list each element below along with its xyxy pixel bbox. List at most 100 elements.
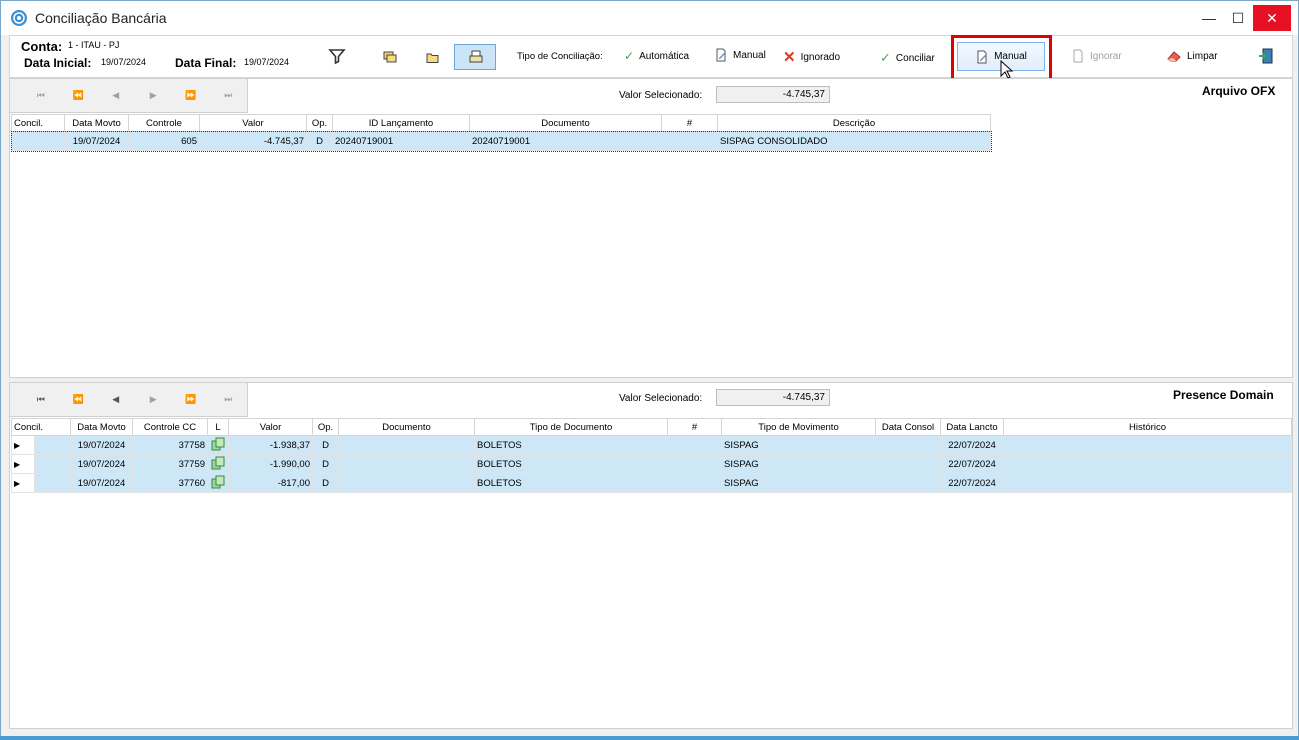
last-record-icon[interactable]: ⏭ [210,394,248,405]
historico-cell [1003,454,1293,474]
controle-cell: 605 [128,131,200,151]
folder-icon[interactable] [424,49,442,67]
valor-cell: -817,00 [228,473,314,493]
concil-cell [33,454,72,474]
col-header[interactable]: Tipo de Documento [474,418,669,436]
domain-header-row: Concil. Data Movto Controle CC L Valor O… [10,418,1293,436]
next-page-icon[interactable]: ⏩ [172,90,210,101]
first-record-icon[interactable]: ⏮ [22,394,60,405]
print-preview-icon[interactable] [467,48,485,66]
copy-docs-icon[interactable] [207,473,230,493]
limpar-button[interactable]: Limpar [1166,49,1218,63]
row-expand-icon[interactable]: ▶ [11,454,35,474]
consol-cell [875,435,942,455]
col-header[interactable]: ID Lançamento [332,114,470,132]
domain-grid: Concil. Data Movto Controle CC L Valor O… [10,418,1293,493]
col-header[interactable]: # [667,418,723,436]
table-row[interactable]: ▶ 19/07/2024 37758 -1.938,37 D BOLETOS S… [11,435,1293,455]
table-row[interactable]: ▶ 19/07/2024 37759 -1.990,00 D BOLETOS S… [11,454,1293,474]
col-header[interactable]: Data Movto [64,114,129,132]
data-final-value[interactable]: 19/07/2024 [244,57,289,67]
folders-icon[interactable] [382,49,400,67]
tipo-doc-cell: BOLETOS [474,473,669,493]
copy-docs-icon[interactable] [207,435,230,455]
col-header[interactable]: Histórico [1003,418,1293,436]
exit-icon[interactable] [1257,47,1275,65]
col-header[interactable]: Data Lancto [940,418,1005,436]
col-header[interactable]: Controle CC [132,418,209,436]
conciliar-button[interactable]: ✓ Conciliar [880,50,935,66]
op-cell: D [306,131,333,151]
title-bar: Conciliação Bancária — ☐ ✕ [1,1,1298,35]
col-header[interactable]: Documento [469,114,662,132]
filter-icon[interactable] [328,47,346,65]
col-header[interactable]: Data Consol [875,418,942,436]
col-header[interactable]: Valor [228,418,314,436]
controle-cell: 37759 [132,454,209,474]
prev-record-icon[interactable]: ◀ [97,90,135,101]
row-expand-icon[interactable]: ▶ [11,473,35,493]
col-header[interactable]: Tipo de Movimento [721,418,877,436]
minimize-button[interactable]: — [1194,5,1224,31]
historico-cell [1003,435,1293,455]
valor-cell: -4.745,37 [199,131,307,151]
row-expand-icon[interactable]: ▶ [11,435,35,455]
mouse-cursor-icon [1000,60,1014,79]
table-row[interactable]: 19/07/2024 605 -4.745,37 D 20240719001 2… [10,130,992,152]
col-header[interactable]: Concil. [11,114,65,132]
next-page-icon[interactable]: ⏩ [172,394,210,405]
next-record-icon[interactable]: ▶ [135,394,173,405]
descricao-cell: SISPAG CONSOLIDADO [717,131,991,151]
controle-cell: 37760 [132,473,209,493]
prev-record-icon[interactable]: ◀ [97,394,135,405]
next-record-icon[interactable]: ▶ [135,90,173,101]
concil-cell [11,131,65,151]
ignorado-filter[interactable]: ✕ Ignorado [783,48,840,66]
prev-page-icon[interactable]: ⏪ [60,90,98,101]
data-final-label: Data Final: [175,56,237,70]
domain-panel: ⏮ ⏪ ◀ ▶ ⏩ ⏭ Valor Selecionado: -4.745,37… [9,382,1293,729]
ofx-panel: ⏮ ⏪ ◀ ▶ ⏩ ⏭ Valor Selecionado: -4.745,37… [9,78,1293,378]
tipo-conciliacao-label: Tipo de Conciliação: [517,51,603,62]
table-row[interactable]: ▶ 19/07/2024 37760 -817,00 D BOLETOS SIS… [11,473,1293,493]
lancto-cell: 22/07/2024 [940,435,1005,455]
domain-valor-field: -4.745,37 [716,389,830,406]
main-window: Conciliação Bancária — ☐ ✕ Conta: 1 - IT… [0,0,1299,740]
maximize-button[interactable]: ☐ [1223,5,1253,31]
ofx-grid: Concil. Data Movto Controle Valor Op. ID… [10,114,992,152]
first-record-icon[interactable]: ⏮ [22,90,60,101]
col-header[interactable]: Valor [199,114,307,132]
close-button[interactable]: ✕ [1253,5,1291,31]
last-record-icon[interactable]: ⏭ [210,90,248,101]
col-header[interactable]: # [661,114,718,132]
ignorar-button[interactable]: Ignorar [1071,49,1122,63]
valor-cell: -1.990,00 [228,454,314,474]
consol-cell [875,473,942,493]
ofx-valor-label: Valor Selecionado: [619,90,703,101]
col-header[interactable]: Controle [128,114,200,132]
eraser-icon [1167,51,1181,62]
x-icon: ✕ [783,49,796,66]
copy-docs-icon[interactable] [207,454,230,474]
domain-valor-label: Valor Selecionado: [619,393,703,404]
col-header[interactable]: L [207,418,230,436]
col-header[interactable]: Documento [338,418,476,436]
col-header[interactable]: Concil. [10,418,72,436]
automatica-filter[interactable]: ✓ Automática [624,49,689,63]
filter-toolbar: Conta: 1 - ITAU - PJ Data Inicial: 19/07… [9,35,1293,78]
check-icon: ✓ [880,50,891,65]
ofx-panel-title: Arquivo OFX [1202,84,1276,98]
prev-page-icon[interactable]: ⏪ [60,394,98,405]
taskbar-edge [0,736,1299,740]
data-inicial-label: Data Inicial: [24,56,92,70]
col-header[interactable]: Descrição [717,114,991,132]
ofx-header-row: Concil. Data Movto Controle Valor Op. ID… [11,114,991,132]
col-header[interactable]: Data Movto [70,418,134,436]
lancto-cell: 22/07/2024 [940,473,1005,493]
hash-cell [667,435,723,455]
data-inicial-value[interactable]: 19/07/2024 [101,57,146,67]
manual-filter[interactable]: Manual [714,48,766,62]
col-header[interactable]: Op. [312,418,340,436]
op-cell: D [312,435,340,455]
col-header[interactable]: Op. [306,114,333,132]
